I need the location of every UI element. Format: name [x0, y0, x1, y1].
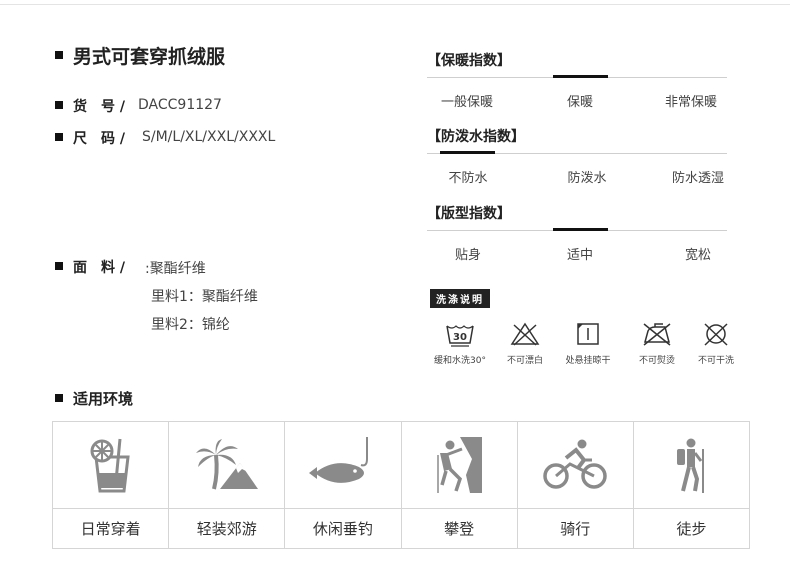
environment-item: 日常穿着	[53, 422, 170, 548]
no-dry-clean-icon	[704, 323, 728, 346]
environment-label: 轻装郊游	[169, 507, 285, 548]
care-item: 不可熨烫	[627, 321, 687, 366]
environment-title: 适用环境	[73, 390, 134, 408]
climber-icon	[437, 436, 483, 493]
lining1-value: 里料1：聚酯纤维	[151, 289, 258, 305]
wash-30-icon: 30	[446, 325, 474, 347]
product-title: 男式可套穿抓绒服	[73, 46, 226, 68]
fit-option: 宽松	[684, 248, 711, 263]
fit-option: 贴身	[454, 248, 481, 263]
environment-label: 日常穿着	[53, 507, 169, 548]
environment-grid: 日常穿着 轻装郊游 休闲垂钓 攀登 骑行 徒步	[52, 421, 750, 549]
environment-label: 徒步	[633, 507, 750, 548]
size-label: 尺 码 /	[73, 131, 125, 147]
care-label: 缓和水洗30°	[434, 356, 486, 366]
warmth-option: 一般保暖	[440, 95, 493, 110]
environment-label: 攀登	[401, 507, 517, 548]
warmth-index-title: 【保暖指数】	[427, 53, 511, 69]
top-divider	[0, 4, 790, 5]
environment-item: 徒步	[633, 422, 750, 548]
care-item: 不可漂白	[495, 321, 555, 366]
care-item: 不可干洗	[686, 321, 746, 366]
environment-item: 攀登	[401, 422, 518, 548]
environment-label: 骑行	[517, 507, 633, 548]
fit-index-active-marker	[553, 228, 608, 231]
environment-item: 休闲垂钓	[285, 422, 402, 548]
care-label: 不可熨烫	[638, 356, 675, 366]
environment-label: 休闲垂钓	[285, 507, 401, 548]
line-dry-shade-icon	[577, 323, 599, 345]
sku-value: DACC91127	[138, 97, 222, 113]
no-iron-icon	[643, 323, 671, 346]
care-item: 30 缓和水洗30°	[430, 321, 490, 366]
environment-item: 轻装郊游	[169, 422, 286, 548]
fabric-bullet	[55, 262, 63, 270]
warmth-option: 非常保暖	[664, 95, 717, 110]
care-label: 不可干洗	[697, 356, 734, 366]
fish-hook-icon	[308, 436, 368, 483]
fit-option: 适中	[566, 248, 593, 263]
fabric-value: :聚酯纤维	[145, 261, 206, 277]
environment-bullet	[55, 394, 63, 402]
palm-tree-icon	[195, 438, 258, 490]
hiker-icon	[677, 438, 705, 493]
fit-index-title: 【版型指数】	[427, 206, 511, 222]
wash-instructions-title: 洗涤说明	[430, 289, 490, 308]
cyclist-icon	[543, 439, 608, 489]
warmth-option: 保暖	[566, 95, 593, 110]
title-bullet	[55, 51, 63, 59]
sku-label: 货 号 /	[73, 99, 125, 115]
lining2-value: 里料2：锦纶	[151, 317, 230, 333]
size-bullet	[55, 133, 63, 141]
warmth-index-active-marker	[553, 75, 608, 78]
wash-temperature: 30	[453, 332, 467, 343]
size-value: S/M/L/XL/XXL/XXXL	[142, 129, 276, 145]
sku-bullet	[55, 101, 63, 109]
water-index-active-marker	[440, 151, 495, 154]
no-bleach-icon	[510, 322, 540, 346]
water-option: 防水透湿	[671, 171, 724, 186]
water-option: 不防水	[448, 171, 488, 186]
water-option: 防泼水	[567, 171, 607, 186]
care-label: 处悬挂晾干	[565, 356, 611, 366]
water-index-title: 【防泼水指数】	[427, 129, 525, 145]
environment-item: 骑行	[517, 422, 634, 548]
drink-cup-icon	[90, 438, 130, 493]
fabric-label: 面 料 /	[73, 260, 125, 276]
care-item: 处悬挂晾干	[558, 321, 618, 366]
care-label: 不可漂白	[506, 356, 543, 366]
